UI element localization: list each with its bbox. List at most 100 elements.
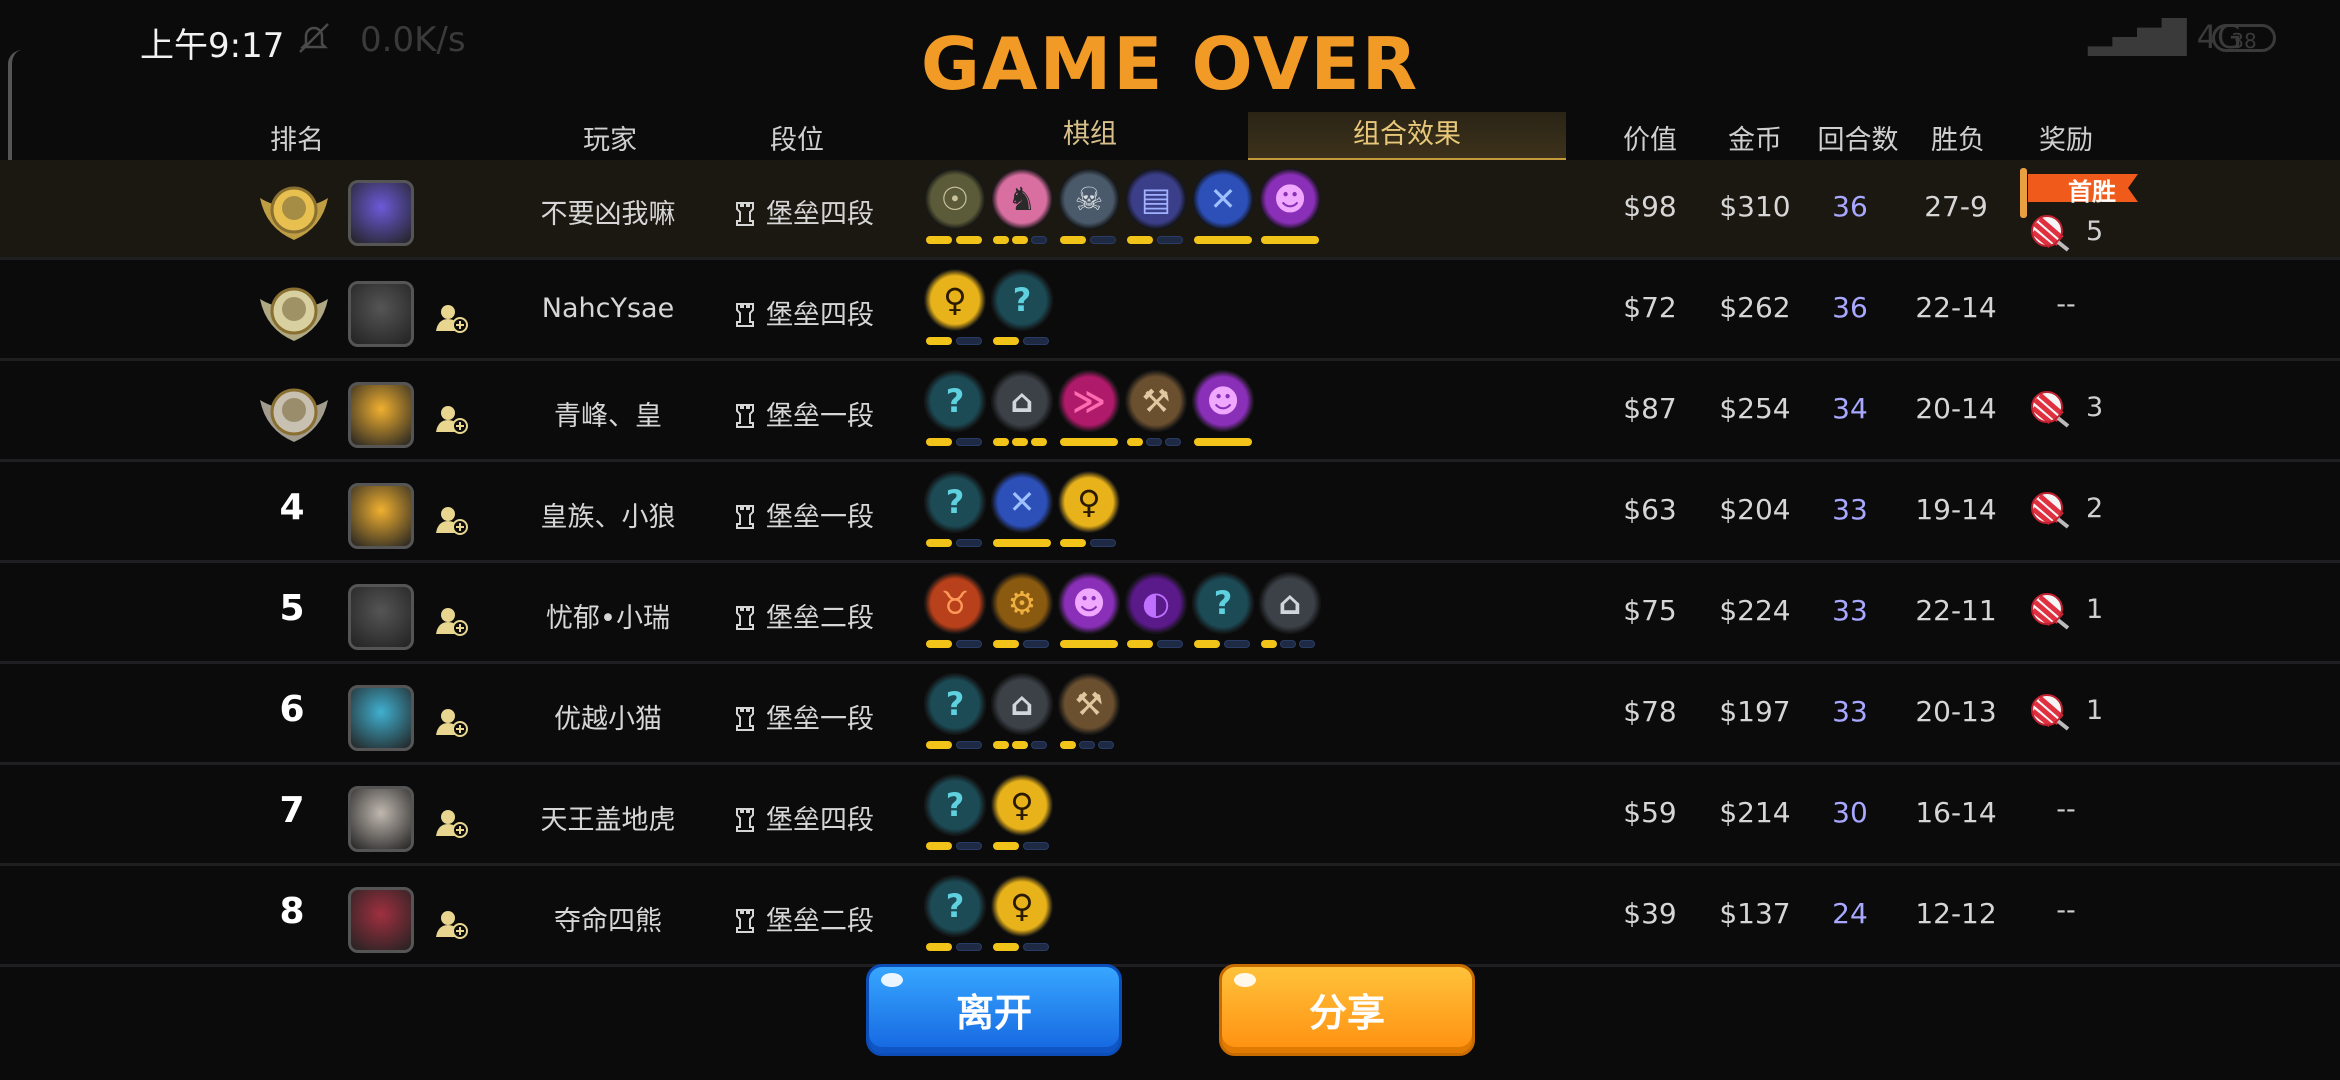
player-rounds: 33 xyxy=(1832,493,1868,526)
synergy-bar-inactive xyxy=(1299,640,1315,648)
synergy-bar-inactive xyxy=(956,438,982,446)
row-divider xyxy=(0,964,2340,967)
reward-none: -- xyxy=(2056,794,2076,825)
synergy-bar-active xyxy=(926,943,952,951)
player-avatar[interactable] xyxy=(348,685,414,751)
gear-icon[interactable]: ⚙ xyxy=(991,572,1053,634)
rank-medal-icon xyxy=(260,186,328,240)
share-button[interactable]: 分享 xyxy=(1219,964,1475,1056)
demon-purple-icon[interactable]: ☻ xyxy=(1192,370,1254,432)
olive-mask-icon[interactable]: ☉ xyxy=(924,168,986,230)
synergy-bar-active xyxy=(1060,539,1086,547)
hammer-blue-icon[interactable]: ✕ xyxy=(1192,168,1254,230)
player-tier: 堡垒一段 xyxy=(734,697,874,736)
header-gold: 金币 xyxy=(1728,125,1782,156)
table-row: 5 忧郁•小瑞 堡垒二段 ♉ ⚙ ☻ ◐? ⌂ $75 $224 33 22-11 1 xyxy=(0,564,2340,664)
demon-purple-icon[interactable]: ☻ xyxy=(1058,572,1120,634)
reward-none: -- xyxy=(2056,289,2076,320)
keyhole-gold-icon[interactable]: ♀ xyxy=(991,774,1053,836)
row-divider xyxy=(0,459,2340,462)
synergy-bar-inactive xyxy=(1031,236,1047,244)
synergy-bar-inactive xyxy=(956,842,982,850)
keyhole-gold-icon[interactable]: ♀ xyxy=(991,875,1053,937)
player-tier: 堡垒二段 xyxy=(734,596,874,635)
axe-icon[interactable]: ⚒ xyxy=(1125,370,1187,432)
dragon-pink-icon[interactable]: ≫ xyxy=(1058,370,1120,432)
player-avatar[interactable] xyxy=(348,382,414,448)
tier-label: 堡垒四段 xyxy=(766,300,874,331)
hammer-blue-icon[interactable]: ✕ xyxy=(991,471,1053,533)
player-value: $72 xyxy=(1623,291,1677,324)
sofa-icon[interactable]: ⌂ xyxy=(991,673,1053,735)
question-mark-icon[interactable]: ? xyxy=(924,875,986,937)
player-avatar[interactable] xyxy=(348,887,414,953)
sofa-icon[interactable]: ⌂ xyxy=(991,370,1053,432)
player-gold: $204 xyxy=(1719,493,1791,526)
tier-label: 堡垒一段 xyxy=(766,401,874,432)
synergy-bar-active xyxy=(1194,438,1252,446)
player-rounds: 36 xyxy=(1832,190,1868,223)
synergy-bar-inactive xyxy=(1157,640,1183,648)
candy-icon xyxy=(2031,694,2070,731)
add-friend-icon[interactable] xyxy=(434,402,468,436)
player-gold: $262 xyxy=(1719,291,1791,324)
player-winloss: 19-14 xyxy=(1915,493,1997,526)
tab-combo-effects[interactable]: 组合效果 xyxy=(1248,112,1566,161)
synergy-bar-active xyxy=(926,842,952,850)
scroll-icon[interactable]: ▤ xyxy=(1125,168,1187,230)
synergy-bar-inactive xyxy=(1090,539,1116,547)
demon-purple-icon[interactable]: ☻ xyxy=(1259,168,1321,230)
leave-button[interactable]: 离开 xyxy=(866,964,1122,1056)
add-friend-icon[interactable] xyxy=(434,503,468,537)
synergy-bar-inactive xyxy=(1157,236,1183,244)
question-mark-icon[interactable]: ? xyxy=(1192,572,1254,634)
synergy-bar-inactive xyxy=(1165,438,1181,446)
add-friend-icon[interactable] xyxy=(434,806,468,840)
player-avatar[interactable] xyxy=(348,584,414,650)
knight-icon[interactable]: ♞ xyxy=(991,168,1053,230)
axe-icon[interactable]: ⚒ xyxy=(1058,673,1120,735)
header-tier: 段位 xyxy=(770,125,824,156)
player-tier: 堡垒四段 xyxy=(734,798,874,837)
reward-count: 2 xyxy=(2086,493,2104,524)
add-friend-icon[interactable] xyxy=(434,301,468,335)
synergy-bar-active xyxy=(1031,438,1047,446)
synergy-bar-active xyxy=(1060,438,1118,446)
synergy-bar-inactive xyxy=(1031,741,1047,749)
add-friend-icon[interactable] xyxy=(434,907,468,941)
keyhole-gold-icon[interactable]: ♀ xyxy=(924,269,986,331)
tab-lineup[interactable]: 棋组 xyxy=(1040,112,1140,151)
tier-label: 堡垒四段 xyxy=(766,805,874,836)
reward: 1 xyxy=(2030,592,2140,632)
synergy-bar-active xyxy=(993,943,1019,951)
player-gold: $197 xyxy=(1719,695,1791,728)
rank-number: 7 xyxy=(279,790,305,831)
mask-purple-icon[interactable]: ◐ xyxy=(1125,572,1187,634)
sofa-icon[interactable]: ⌂ xyxy=(1259,572,1321,634)
question-mark-icon[interactable]: ? xyxy=(991,269,1053,331)
reward: 3 xyxy=(2030,390,2140,430)
synergy-bar-inactive xyxy=(1023,842,1049,850)
synergy-bar-active xyxy=(926,539,952,547)
player-avatar[interactable] xyxy=(348,281,414,347)
player-avatar[interactable] xyxy=(348,786,414,852)
player-avatar[interactable] xyxy=(348,483,414,549)
rank-number: 4 xyxy=(279,487,305,528)
question-mark-icon[interactable]: ? xyxy=(924,774,986,836)
synergy-bar-active xyxy=(993,236,1009,244)
player-name: NahcYsae xyxy=(541,293,675,324)
player-avatar[interactable] xyxy=(348,180,414,246)
add-friend-icon[interactable] xyxy=(434,705,468,739)
rank-medal-icon xyxy=(260,388,328,442)
ogre-orange-icon[interactable]: ♉ xyxy=(924,572,986,634)
player-gold: $137 xyxy=(1719,897,1791,930)
row-divider xyxy=(0,762,2340,765)
question-mark-icon[interactable]: ? xyxy=(924,673,986,735)
add-friend-icon[interactable] xyxy=(434,604,468,638)
question-mark-icon[interactable]: ? xyxy=(924,370,986,432)
question-mark-icon[interactable]: ? xyxy=(924,471,986,533)
player-tier: 堡垒四段 xyxy=(734,192,874,231)
keyhole-gold-icon[interactable]: ♀ xyxy=(1058,471,1120,533)
skull-icon[interactable]: ☠ xyxy=(1058,168,1120,230)
synergy-bar-active xyxy=(1012,741,1028,749)
